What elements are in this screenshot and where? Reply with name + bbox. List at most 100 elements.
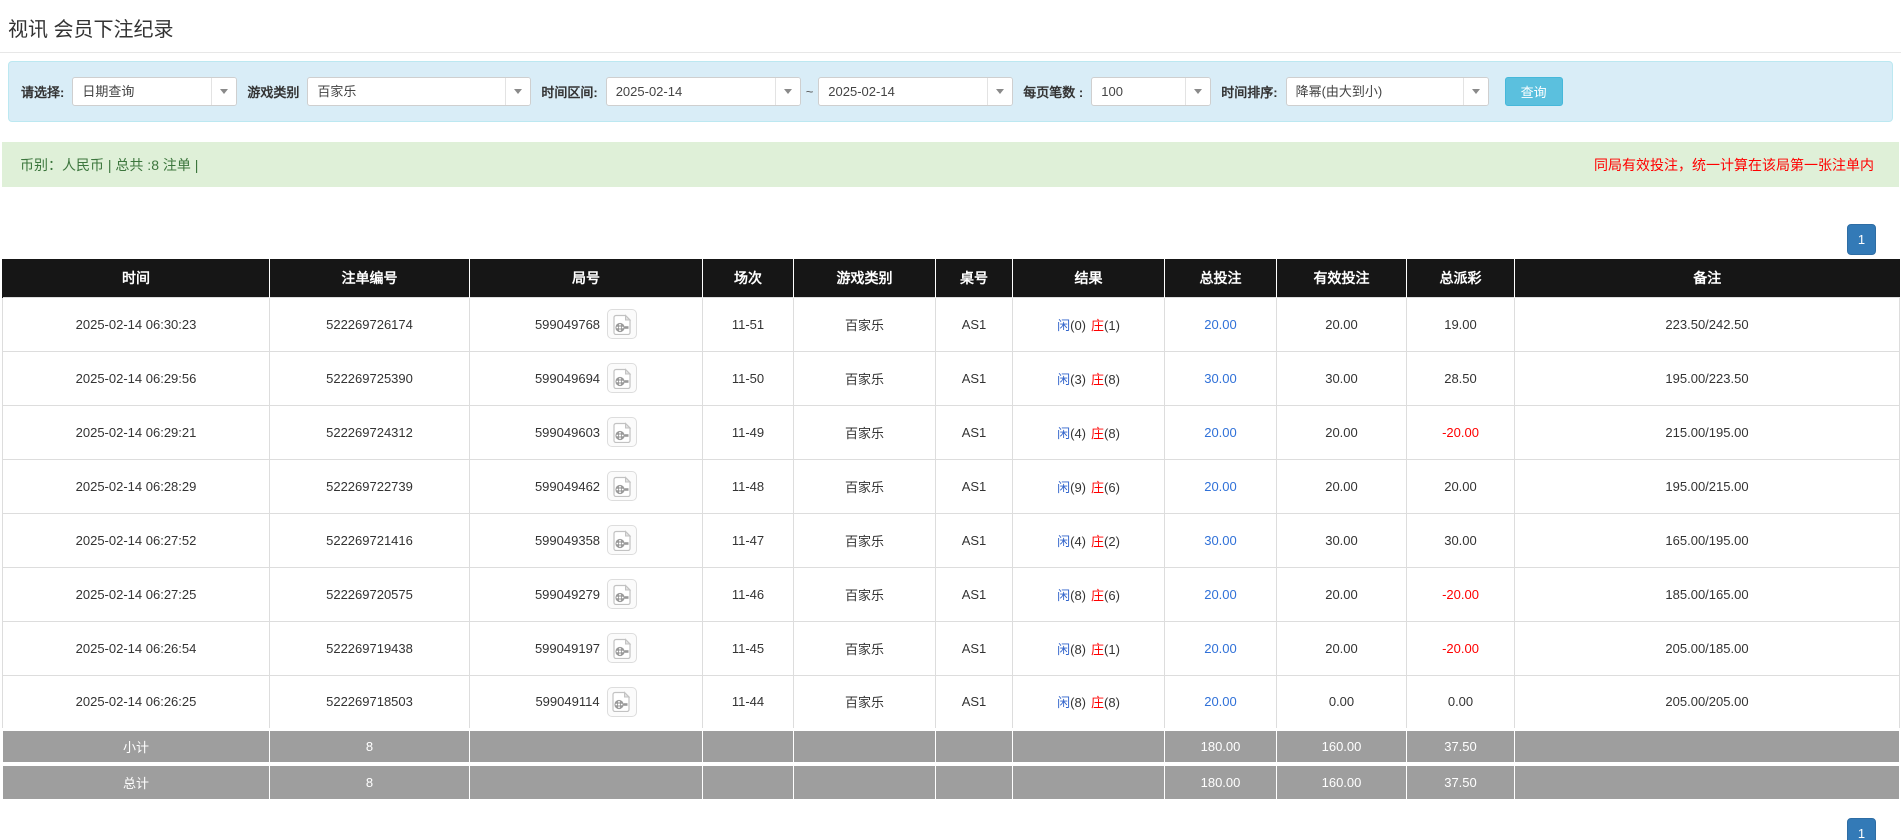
round-id: 599049603 bbox=[534, 424, 601, 440]
table-header: 时间 注单编号 局号 场次 游戏类别 桌号 结果 总投注 有效投注 总派彩 备注 bbox=[2, 259, 1900, 297]
cell-remark: 205.00/185.00 bbox=[1514, 620, 1900, 676]
result-player-label: 闲 bbox=[1057, 695, 1071, 710]
result-banker-label: 庄 bbox=[1091, 533, 1105, 549]
cell-game-type: 百家乐 bbox=[793, 620, 936, 676]
sort-label: 时间排序: bbox=[1221, 85, 1278, 100]
cell-table-no: AS1 bbox=[935, 566, 1013, 622]
cell-game-type: 百家乐 bbox=[793, 350, 936, 406]
chevron-down-icon[interactable] bbox=[505, 78, 531, 105]
cell-payout: 20.00 bbox=[1406, 458, 1515, 514]
chevron-down-icon[interactable] bbox=[987, 78, 1013, 105]
cell-session: 11-46 bbox=[702, 566, 794, 622]
pagination-top: 1 bbox=[0, 224, 1876, 255]
page-1-button[interactable]: 1 bbox=[1847, 224, 1876, 255]
total-bet-link[interactable]: 20.00 bbox=[1204, 587, 1237, 602]
result-player-count: (8) bbox=[1070, 587, 1086, 603]
round-id: 599049462 bbox=[534, 478, 601, 494]
table-row: 2025-02-14 06:27:52 522269721416 5990493… bbox=[2, 512, 1900, 568]
result-banker-count: (8) bbox=[1104, 425, 1120, 441]
total-payout: 37.50 bbox=[1406, 762, 1515, 800]
round-id: 599049114 bbox=[535, 694, 600, 709]
cell-result: 闲(8) 庄(8) bbox=[1012, 674, 1165, 730]
cell-payout: -20.00 bbox=[1406, 566, 1515, 622]
cell-result: 闲(4) 庄(8) bbox=[1012, 404, 1165, 460]
date-from-select[interactable]: 2025-02-14 bbox=[605, 77, 801, 106]
header-table-no: 桌号 bbox=[935, 259, 1013, 297]
cell-bet-id: 522269721416 bbox=[269, 512, 470, 568]
date-to-select[interactable]: 2025-02-14 bbox=[818, 77, 1014, 106]
cell-time: 2025-02-14 06:30:23 bbox=[2, 296, 270, 352]
cell-game-type: 百家乐 bbox=[793, 458, 936, 514]
total-bet-link[interactable]: 20.00 bbox=[1204, 425, 1237, 440]
cell-bet-id: 522269720575 bbox=[269, 566, 470, 622]
cell-payout: -20.00 bbox=[1406, 620, 1515, 676]
total-bet-link[interactable]: 30.00 bbox=[1204, 533, 1237, 548]
valid-bet-notice-text: 同局有效投注，统一计算在该局第一张注单内 bbox=[1594, 156, 1874, 173]
header-time: 时间 bbox=[2, 259, 270, 297]
cell-session: 11-51 bbox=[702, 296, 794, 352]
header-valid-bet: 有效投注 bbox=[1276, 259, 1407, 297]
video-replay-icon[interactable] bbox=[606, 686, 637, 717]
result-banker-label: 庄 bbox=[1091, 371, 1105, 387]
cell-time: 2025-02-14 06:26:25 bbox=[2, 674, 270, 730]
game-type-select[interactable]: 百家乐 bbox=[307, 77, 532, 106]
page-1-button[interactable]: 1 bbox=[1847, 817, 1876, 840]
total-bet-link[interactable]: 20.00 bbox=[1204, 694, 1237, 709]
cell-session: 11-45 bbox=[702, 620, 794, 676]
video-replay-icon[interactable] bbox=[607, 633, 638, 663]
cell-valid-bet: 20.00 bbox=[1276, 404, 1407, 460]
cell-total-bet: 30.00 bbox=[1164, 512, 1277, 568]
page-size-select[interactable]: 100 bbox=[1091, 77, 1212, 106]
table-row: 2025-02-14 06:27:25 522269720575 5990492… bbox=[2, 566, 1900, 622]
total-bet-link[interactable]: 20.00 bbox=[1204, 317, 1237, 332]
cell-round: 599049603 bbox=[469, 404, 703, 460]
result-banker-label: 庄 bbox=[1091, 695, 1105, 710]
total-valid-bet: 160.00 bbox=[1276, 762, 1407, 800]
total-bet-link[interactable]: 20.00 bbox=[1204, 479, 1237, 494]
sort-select[interactable]: 降幂(由大到小) bbox=[1285, 77, 1489, 106]
total-row: 总计 8 180.00 160.00 37.50 bbox=[2, 762, 1900, 800]
cell-result: 闲(3) 庄(8) bbox=[1012, 350, 1165, 406]
result-player-label: 闲 bbox=[1057, 425, 1071, 441]
result-banker-label: 庄 bbox=[1091, 587, 1105, 603]
cell-valid-bet: 20.00 bbox=[1276, 458, 1407, 514]
bet-records-table: 时间 注单编号 局号 场次 游戏类别 桌号 结果 总投注 有效投注 总派彩 备注… bbox=[2, 259, 1900, 800]
total-total-bet: 180.00 bbox=[1164, 762, 1277, 800]
result-player-count: (8) bbox=[1070, 695, 1086, 710]
total-bet-link[interactable]: 30.00 bbox=[1204, 371, 1237, 386]
sort-value: 降幂(由大到小) bbox=[1295, 84, 1383, 99]
chevron-down-icon[interactable] bbox=[211, 78, 237, 105]
result-player-count: (0) bbox=[1070, 317, 1086, 333]
chevron-down-icon[interactable] bbox=[1185, 78, 1211, 105]
video-replay-icon[interactable] bbox=[607, 579, 638, 609]
table-row: 2025-02-14 06:26:25 522269718503 5990491… bbox=[2, 674, 1900, 730]
round-id: 599049768 bbox=[534, 316, 601, 332]
time-range-label: 时间区间: bbox=[541, 85, 598, 100]
cell-total-bet: 20.00 bbox=[1164, 620, 1277, 676]
result-player-label: 闲 bbox=[1057, 533, 1071, 549]
summary-bar: 币别：人民币 | 总共 :8 注单 | 同局有效投注，统一计算在该局第一张注单内 bbox=[2, 142, 1899, 187]
video-replay-icon[interactable] bbox=[607, 363, 638, 393]
video-replay-icon[interactable] bbox=[607, 471, 638, 501]
chevron-down-icon[interactable] bbox=[774, 78, 800, 105]
cell-time: 2025-02-14 06:26:54 bbox=[2, 620, 270, 676]
cell-remark: 215.00/195.00 bbox=[1514, 404, 1900, 460]
cell-payout: 0.00 bbox=[1406, 674, 1515, 730]
cell-payout: -20.00 bbox=[1406, 404, 1515, 460]
cell-remark: 205.00/205.00 bbox=[1514, 674, 1900, 730]
cell-session: 11-50 bbox=[702, 350, 794, 406]
video-replay-icon[interactable] bbox=[607, 309, 638, 339]
cell-session: 11-49 bbox=[702, 404, 794, 460]
cell-total-bet: 20.00 bbox=[1164, 296, 1277, 352]
video-replay-icon[interactable] bbox=[607, 525, 638, 555]
result-banker-label: 庄 bbox=[1091, 425, 1105, 441]
result-banker-count: (8) bbox=[1104, 695, 1120, 710]
cell-round: 599049768 bbox=[469, 296, 703, 352]
search-button[interactable]: 查询 bbox=[1504, 77, 1563, 106]
total-bet-link[interactable]: 20.00 bbox=[1204, 641, 1237, 656]
query-type-select[interactable]: 日期查询 bbox=[72, 77, 238, 106]
video-replay-icon[interactable] bbox=[607, 417, 638, 447]
cell-remark: 165.00/195.00 bbox=[1514, 512, 1900, 568]
page-size-label: 每页笔数 : bbox=[1023, 85, 1084, 100]
chevron-down-icon[interactable] bbox=[1462, 78, 1488, 105]
